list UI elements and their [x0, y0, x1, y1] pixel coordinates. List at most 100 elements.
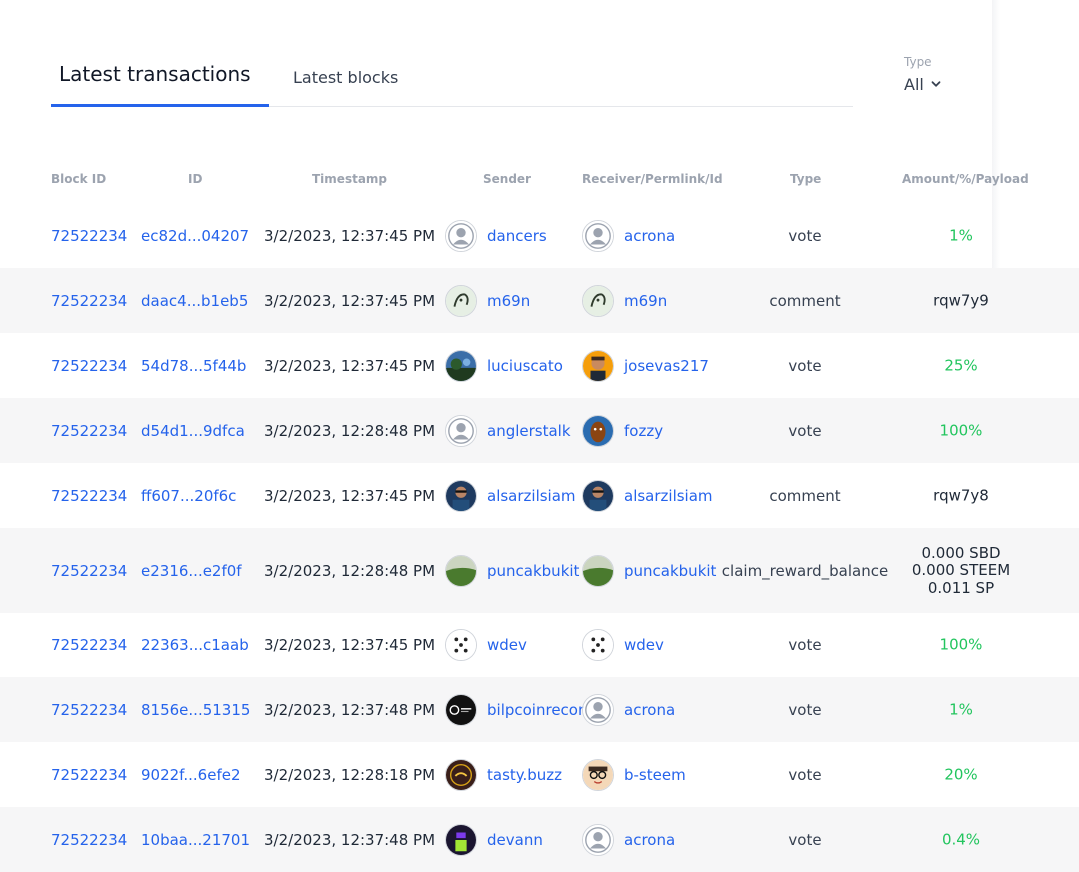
dice-avatar[interactable]: [445, 629, 477, 661]
table-header: Block ID ID Timestamp Sender Receiver/Pe…: [0, 172, 1079, 188]
sender-link[interactable]: alsarzilsiam: [487, 487, 576, 505]
sender-cell: bilpcoinrecords: [445, 693, 601, 726]
character-avatar[interactable]: [582, 414, 614, 447]
block-id-link[interactable]: 72522234: [51, 562, 127, 580]
tab-bar: Latest transactions Latest blocks: [51, 50, 853, 107]
tab-latest-transactions-label: Latest transactions: [59, 62, 251, 86]
record-logo-avatar[interactable]: [445, 693, 477, 726]
sender-cell: luciuscato: [445, 349, 563, 382]
transaction-id-link[interactable]: 22363...c1aab: [141, 636, 249, 654]
amount-value: 100%: [939, 420, 983, 439]
block-id-link[interactable]: 72522234: [51, 357, 127, 375]
cartoon-man-avatar[interactable]: [582, 349, 614, 382]
table-row: 72522234 d54d1...9dfca 3/2/2023, 12:28:4…: [0, 398, 1079, 463]
transaction-id-link[interactable]: e2316...e2f0f: [141, 562, 242, 580]
receiver-cell: wdev: [582, 629, 664, 661]
sender-link[interactable]: m69n: [487, 292, 530, 310]
receiver-link[interactable]: josevas217: [624, 357, 709, 375]
sender-cell: puncakbukit: [445, 554, 579, 587]
sender-link[interactable]: wdev: [487, 636, 527, 654]
table-row: 72522234 9022f...6efe2 3/2/2023, 12:28:1…: [0, 742, 1079, 807]
sender-cell: wdev: [445, 629, 527, 661]
sender-link[interactable]: dancers: [487, 227, 547, 245]
block-id-link[interactable]: 72522234: [51, 487, 127, 505]
receiver-link[interactable]: wdev: [624, 636, 664, 654]
sender-cell: alsarzilsiam: [445, 479, 576, 512]
hill-avatar[interactable]: [445, 554, 477, 587]
photo-man-avatar[interactable]: [582, 479, 614, 512]
receiver-link[interactable]: fozzy: [624, 422, 663, 440]
landscape-avatar[interactable]: [445, 349, 477, 382]
buzz-logo-avatar[interactable]: [445, 758, 477, 791]
block-id-link[interactable]: 72522234: [51, 227, 127, 245]
type-filter-label: Type: [904, 55, 932, 69]
receiver-cell: acrona: [582, 693, 675, 726]
block-id-link[interactable]: 72522234: [51, 422, 127, 440]
table-row: 72522234 8156e...51315 3/2/2023, 12:37:4…: [0, 677, 1079, 742]
amount-value: 0.4%: [941, 829, 981, 848]
amount-cell: 0.000 SBD 0.000 STEEM 0.011 SP: [912, 544, 1010, 597]
type-label: comment: [769, 291, 841, 310]
transaction-id-link[interactable]: ff607...20f6c: [141, 487, 236, 505]
sender-link[interactable]: luciuscato: [487, 357, 563, 375]
table-row: 72522234 ec82d...04207 3/2/2023, 12:37:4…: [0, 203, 1079, 268]
timestamp: 3/2/2023, 12:37:45 PM: [264, 486, 436, 505]
table-row: 72522234 e2316...e2f0f 3/2/2023, 12:28:4…: [0, 528, 1079, 613]
block-id-link[interactable]: 72522234: [51, 701, 127, 719]
tab-latest-transactions[interactable]: Latest transactions: [51, 50, 269, 107]
block-id-link[interactable]: 72522234: [51, 292, 127, 310]
receiver-link[interactable]: m69n: [624, 292, 667, 310]
receiver-cell: josevas217: [582, 349, 709, 382]
photo-man-avatar[interactable]: [445, 479, 477, 512]
transaction-id-link[interactable]: d54d1...9dfca: [141, 422, 245, 440]
amount-value: 1%: [949, 225, 973, 244]
transaction-id-link[interactable]: 9022f...6efe2: [141, 766, 241, 784]
amount-line: 0.000 SBD: [921, 543, 1001, 562]
receiver-link[interactable]: acrona: [624, 701, 675, 719]
amount-line: 0.000 STEEM: [911, 560, 1011, 579]
dice-avatar[interactable]: [582, 629, 614, 661]
amount-cell: 100%: [939, 420, 983, 440]
transaction-id-link[interactable]: 8156e...51315: [141, 701, 250, 719]
header-timestamp: Timestamp: [312, 172, 388, 186]
type-label: vote: [788, 226, 822, 245]
transaction-id-link[interactable]: daac4...b1eb5: [141, 292, 248, 310]
amount-value: rqw7y9: [933, 290, 989, 309]
receiver-link[interactable]: alsarzilsiam: [624, 487, 713, 505]
transaction-id-link[interactable]: ec82d...04207: [141, 227, 249, 245]
type-label: vote: [788, 700, 822, 719]
tab-latest-blocks[interactable]: Latest blocks: [293, 68, 398, 87]
glasses-cartoon-avatar[interactable]: [582, 758, 614, 791]
receiver-link[interactable]: acrona: [624, 227, 675, 245]
receiver-link[interactable]: b-steem: [624, 766, 686, 784]
default-avatar-icon[interactable]: [582, 693, 614, 726]
type-filter-select[interactable]: All: [904, 75, 942, 94]
hill-avatar[interactable]: [582, 554, 614, 587]
sender-link[interactable]: tasty.buzz: [487, 766, 562, 784]
type-label: claim_reward_balance: [721, 561, 889, 580]
block-id-link[interactable]: 72522234: [51, 636, 127, 654]
face-sketch-avatar[interactable]: [582, 284, 614, 317]
timestamp: 3/2/2023, 12:28:18 PM: [264, 765, 436, 784]
type-filter: Type All: [904, 55, 942, 94]
default-avatar-icon[interactable]: [445, 219, 477, 252]
default-avatar-icon[interactable]: [445, 414, 477, 447]
amount-cell: 1%: [949, 225, 973, 245]
transaction-id-link[interactable]: 54d78...5f44b: [141, 357, 246, 375]
header-id: ID: [188, 172, 203, 186]
sender-link[interactable]: anglerstalk: [487, 422, 571, 440]
amount-value: 1%: [949, 699, 973, 718]
header-sender: Sender: [483, 172, 531, 186]
type-label: comment: [769, 486, 841, 505]
block-id-link[interactable]: 72522234: [51, 766, 127, 784]
receiver-link[interactable]: puncakbukit: [624, 562, 716, 580]
sender-link[interactable]: puncakbukit: [487, 562, 579, 580]
table-row: 72522234 22363...c1aab 3/2/2023, 12:37:4…: [0, 613, 1079, 677]
type-label: vote: [788, 356, 822, 375]
amount-line: 0.011 SP: [927, 578, 995, 597]
type-filter-value: All: [904, 75, 924, 94]
face-sketch-avatar[interactable]: [445, 284, 477, 317]
default-avatar-icon[interactable]: [582, 219, 614, 252]
type-label: vote: [788, 636, 822, 654]
receiver-cell: m69n: [582, 284, 667, 317]
